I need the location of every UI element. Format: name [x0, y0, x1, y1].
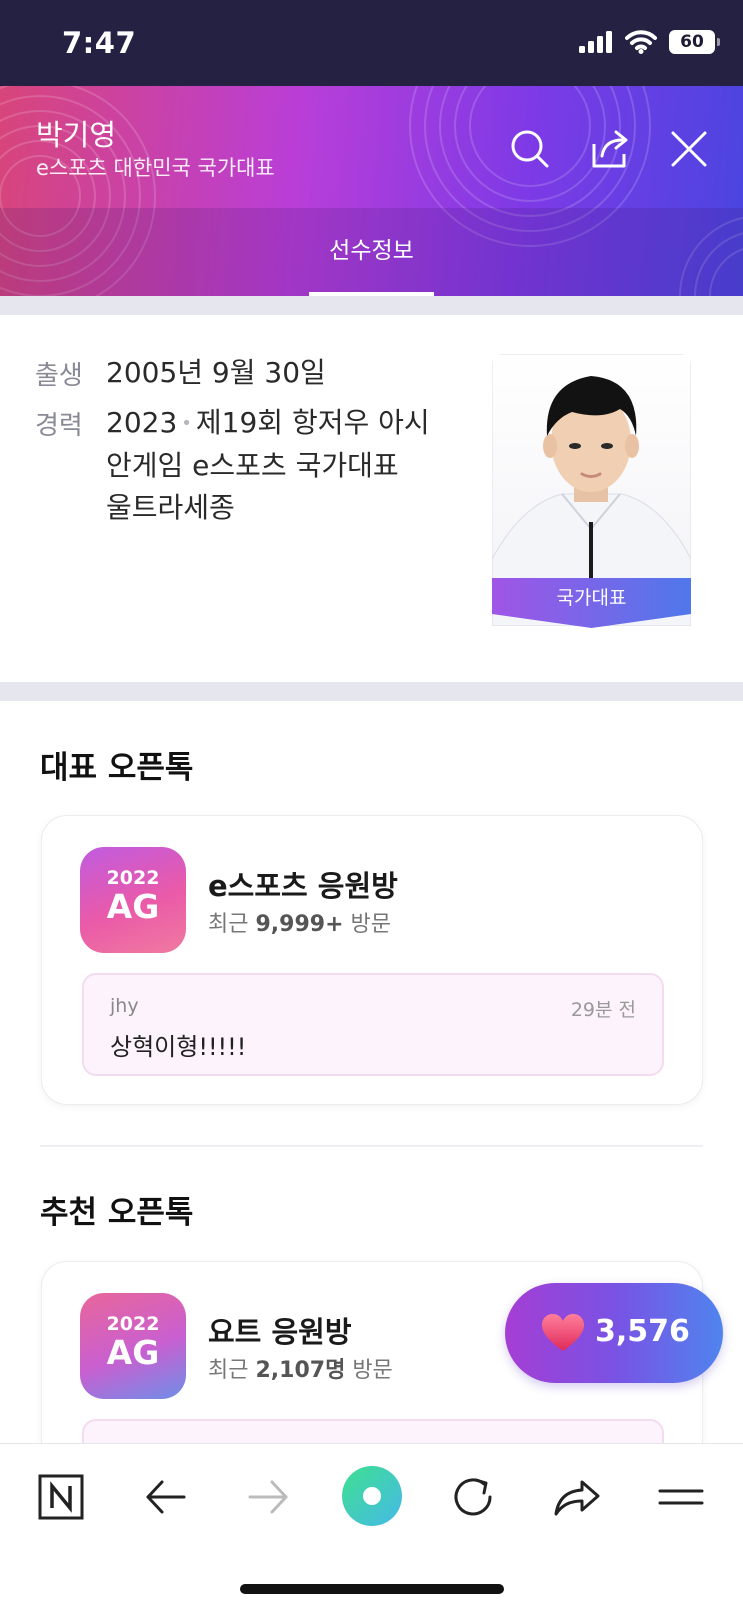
battery-icon: 60 [669, 30, 720, 54]
career-line-1: 제19회 항저우 아시 [195, 406, 430, 439]
divider [40, 1145, 703, 1147]
visits-count: 2,107명 [255, 1358, 346, 1383]
message-time: 29분 전 [570, 999, 636, 1021]
player-name: 박기영 [36, 118, 117, 152]
career-value: 2023 • 제19회 항저우 아시 안게임 e스포츠 국가대표 울트라세종 [106, 402, 466, 529]
tab-player-info[interactable]: 선수정보 [309, 208, 434, 296]
close-icon[interactable] [666, 126, 712, 172]
message-text: 상혁이형!!!!! [110, 1033, 247, 1061]
icon-year: 2022 [106, 867, 160, 889]
career-line-2: 안게임 e스포츠 국가대표 [106, 449, 399, 482]
back-arrow-icon[interactable] [138, 1470, 192, 1524]
career-label: 경력 [35, 411, 83, 441]
room-visits: 최근 9,999+ 방문 [208, 906, 391, 938]
visits-suffix: 방문 [350, 912, 391, 937]
like-count: 3,576 [595, 1314, 690, 1349]
ag-2022-icon: 2022 AG [80, 1293, 186, 1399]
browser-toolbar [0, 1443, 743, 1609]
birth-label: 출생 [35, 361, 83, 391]
career-year: 2023 [106, 406, 178, 439]
cheer-like-button[interactable]: 3,576 [505, 1283, 723, 1383]
latest-message[interactable]: jhy 29분 전 상혁이형!!!!! [82, 973, 664, 1076]
tab-label: 선수정보 [329, 238, 414, 264]
player-subtitle: e스포츠 대한민국 국가대표 [36, 156, 275, 180]
player-header: 박기영 e스포츠 대한민국 국가대표 선수정보 [0, 86, 743, 296]
featured-section-title: 대표 오픈톡 [40, 750, 194, 786]
photo-badge-label: 국가대표 [556, 587, 627, 609]
visits-prefix: 최근 [208, 1358, 249, 1383]
birth-value: 2005년 9월 30일 [106, 356, 326, 389]
ag-2022-icon: 2022 AG [80, 847, 186, 953]
share-arrow-icon[interactable] [550, 1470, 604, 1524]
icon-year: 2022 [106, 1313, 160, 1335]
naver-home-icon[interactable] [34, 1470, 88, 1524]
battery-level: 60 [680, 32, 704, 52]
visits-suffix: 방문 [352, 1358, 393, 1383]
status-bar: 7:47 60 [0, 0, 743, 86]
wifi-icon [625, 30, 657, 54]
separator-dot: • [181, 413, 192, 434]
refresh-icon[interactable] [446, 1470, 500, 1524]
room-name: e스포츠 응원방 [208, 869, 398, 903]
section-separator [0, 682, 743, 701]
clock: 7:47 [62, 26, 137, 60]
heart-icon [542, 1314, 584, 1351]
career-line-3: 울트라세종 [106, 491, 235, 524]
visits-count: 9,999+ [255, 912, 344, 937]
menu-icon[interactable] [654, 1470, 708, 1524]
recommended-section-title: 추천 오픈톡 [40, 1195, 194, 1231]
message-user: jhy [110, 995, 139, 1017]
home-indicator [240, 1584, 504, 1594]
tab-bar: 선수정보 [0, 208, 743, 296]
icon-text: AG [106, 1333, 160, 1372]
section-separator [0, 296, 743, 315]
room-visits: 최근 2,107명 방문 [208, 1352, 393, 1384]
forward-arrow-icon[interactable] [242, 1470, 296, 1524]
room-name: 요트 응원방 [208, 1315, 352, 1349]
green-dot-icon[interactable] [340, 1464, 404, 1528]
visits-prefix: 최근 [208, 912, 249, 937]
search-icon[interactable] [507, 126, 553, 172]
signal-icon [579, 31, 612, 53]
featured-room-card[interactable]: 2022 AG e스포츠 응원방 최근 9,999+ 방문 jhy 29분 전 … [41, 815, 703, 1105]
share-icon[interactable] [586, 126, 632, 172]
icon-text: AG [106, 887, 160, 926]
